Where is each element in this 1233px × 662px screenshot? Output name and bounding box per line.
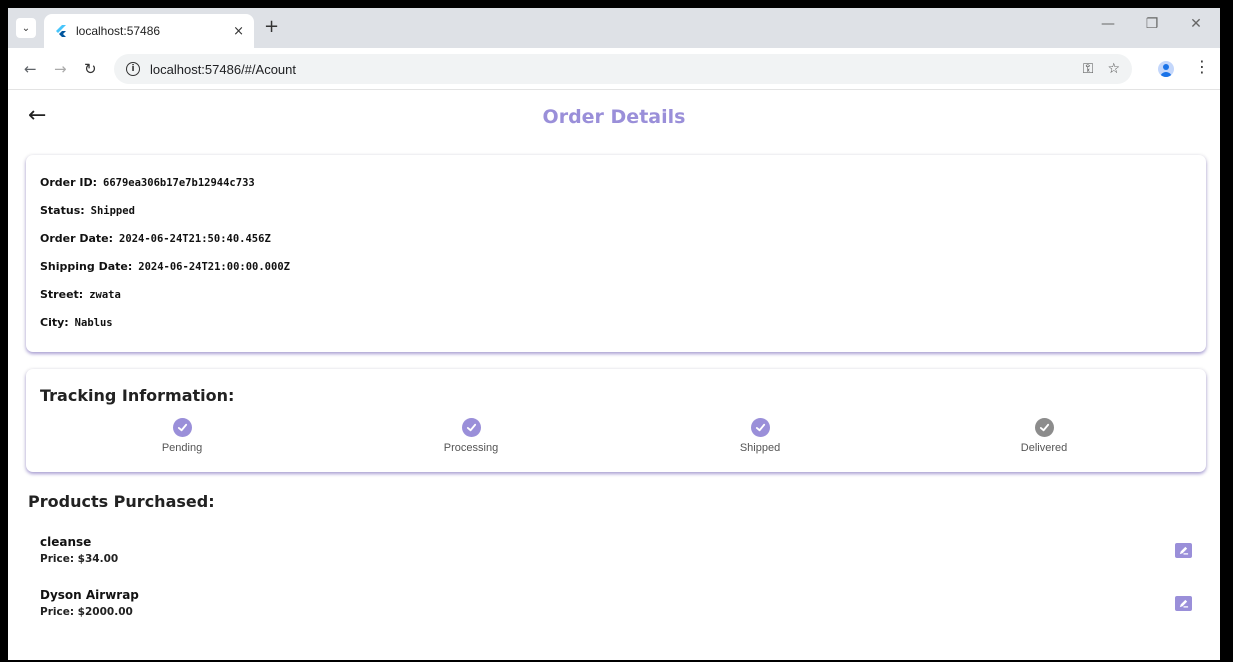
order-date-row: Order Date: 2024-06-24T21:50:40.456Z	[40, 229, 1206, 257]
detail-value: 2024-06-24T21:50:40.456Z	[119, 233, 271, 245]
check-circle-icon	[1034, 418, 1054, 437]
product-item: cleanse Price: $34.00	[40, 535, 1200, 575]
address-bar[interactable]: i localhost:57486/#/Acount ⚿ ☆	[114, 54, 1132, 84]
detail-value: zwata	[89, 289, 121, 301]
order-id-row: Order ID: 6679ea306b17e7b12944c733	[40, 173, 1206, 201]
step-label: Pending	[161, 442, 203, 454]
back-nav-icon[interactable]: ←	[24, 60, 37, 78]
step-label: Delivered	[1020, 442, 1068, 454]
product-price: Price: $34.00	[40, 553, 119, 565]
restore-icon[interactable]: ❐	[1134, 16, 1170, 32]
url-text: localhost:57486/#/Acount	[150, 61, 296, 77]
tracking-step-shipped: Shipped	[660, 418, 860, 454]
bookmark-star-icon[interactable]: ☆	[1107, 61, 1120, 77]
status-row: Status: Shipped	[40, 201, 1206, 229]
check-circle-icon	[461, 418, 481, 437]
detail-label: Order Date:	[40, 232, 114, 245]
tab-search-button[interactable]: ⌄	[16, 18, 36, 38]
tracking-card: Tracking Information: Pending Processing…	[26, 369, 1206, 472]
detail-label: Shipping Date:	[40, 260, 133, 273]
products-title: Products Purchased:	[28, 492, 215, 511]
product-name: cleanse	[40, 535, 92, 549]
detail-value: 6679ea306b17e7b12944c733	[103, 177, 255, 189]
detail-value: Nablus	[74, 317, 113, 329]
browser-tab[interactable]: localhost:57486 ×	[44, 14, 254, 48]
edit-review-icon	[1179, 546, 1189, 555]
chevron-down-icon: ⌄	[21, 22, 31, 34]
product-price: Price: $2000.00	[40, 606, 133, 618]
tracking-step-delivered: Delivered	[944, 418, 1144, 454]
browser-toolbar: ← → ↻ i localhost:57486/#/Acount ⚿ ☆ ⋮	[8, 48, 1220, 90]
reload-icon[interactable]: ↻	[84, 60, 97, 78]
city-row: City: Nablus	[40, 313, 1206, 341]
edit-review-icon	[1179, 599, 1189, 608]
tab-title: localhost:57486	[76, 24, 161, 38]
step-label: Processing	[443, 442, 499, 454]
minimize-icon[interactable]: —	[1090, 16, 1126, 32]
browser-window: ⌄ localhost:57486 × + — ❐ ✕ ← → ↻ i loca…	[8, 8, 1220, 660]
check-circle-icon	[172, 418, 192, 437]
detail-value: Shipped	[90, 205, 135, 217]
close-tab-icon[interactable]: ×	[233, 24, 244, 39]
key-icon[interactable]: ⚿	[1083, 61, 1094, 77]
order-details-card: Order ID: 6679ea306b17e7b12944c733 Status…	[26, 155, 1206, 352]
step-label: Shipped	[739, 442, 781, 454]
tracking-step-processing: Processing	[371, 418, 571, 454]
browser-menu-icon[interactable]: ⋮	[1194, 59, 1210, 75]
profile-avatar-icon[interactable]	[1158, 61, 1174, 77]
tab-strip: ⌄ localhost:57486 × + — ❐ ✕	[8, 8, 1220, 48]
new-tab-button[interactable]: +	[264, 18, 279, 36]
detail-label: Order ID:	[40, 176, 97, 189]
review-button[interactable]	[1175, 596, 1192, 611]
tracking-step-pending: Pending	[82, 418, 282, 454]
detail-label: Street:	[40, 288, 84, 301]
shipping-date-row: Shipping Date: 2024-06-24T21:00:00.000Z	[40, 257, 1206, 285]
product-name: Dyson Airwrap	[40, 588, 139, 602]
app-page: ← Order Details Order ID: 6679ea306b17e7b…	[8, 91, 1220, 660]
tracking-title: Tracking Information:	[40, 386, 235, 405]
site-info-icon[interactable]: i	[126, 62, 140, 76]
page-title: Order Details	[542, 106, 686, 128]
product-item: Dyson Airwrap Price: $2000.00	[40, 588, 1200, 628]
detail-label: Status:	[40, 204, 85, 217]
window-controls: — ❐ ✕	[1090, 16, 1214, 32]
forward-nav-icon[interactable]: →	[54, 60, 67, 78]
flutter-icon	[56, 25, 66, 37]
street-row: Street: zwata	[40, 285, 1206, 313]
review-button[interactable]	[1175, 543, 1192, 558]
detail-label: City:	[40, 316, 69, 329]
close-window-icon[interactable]: ✕	[1178, 16, 1214, 32]
detail-value: 2024-06-24T21:00:00.000Z	[138, 261, 290, 273]
check-circle-icon	[750, 418, 770, 437]
